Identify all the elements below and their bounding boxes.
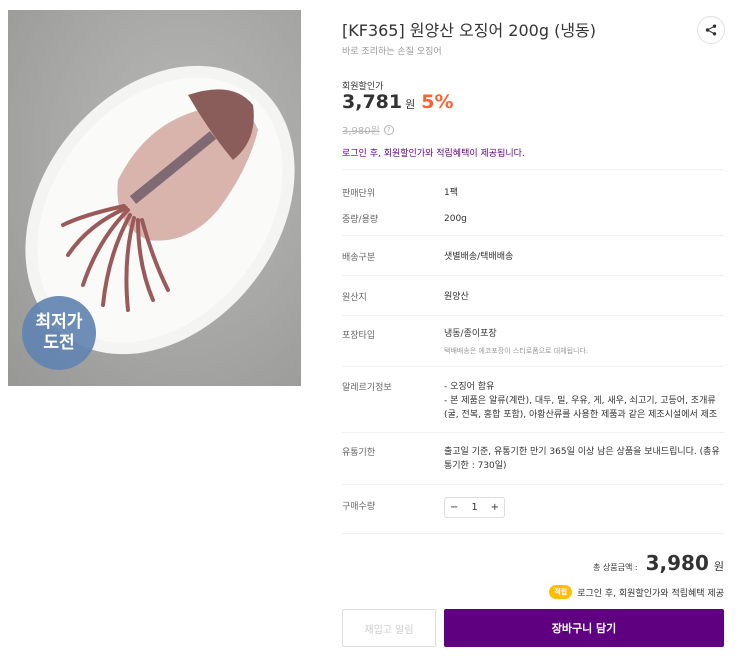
original-price-row: 3,980원 ? — [342, 122, 394, 137]
total-value: 3,980 — [645, 551, 709, 575]
quantity-increase-button[interactable]: + — [491, 502, 499, 513]
spec-label: 중량/용량 — [342, 215, 379, 225]
spec-row-allergy: 알레르기정보 - 오징어 함유 - 본 제품은 알류(계란), 대두, 밀, 우… — [342, 366, 724, 432]
spec-value: 200g — [444, 214, 467, 224]
accrual-row: 적립 로그인 후, 회원할인가와 적립혜택 제공 — [342, 585, 724, 599]
spec-row-delivery: 배송구분 샛별배송/택배배송 — [342, 235, 724, 275]
spec-label: 판매단위 — [342, 189, 376, 199]
allergy-line1: - 오징어 함유 — [444, 382, 495, 392]
total-unit: 원 — [713, 560, 724, 573]
product-subtitle: 바로 조리하는 손질 오징어 — [342, 47, 442, 57]
discount-rate: 5% — [421, 91, 454, 113]
spec-row-packaging: 포장타입 냉동/종이포장 택배배송은 에코포장이 스티로폼으로 대체됩니다. — [342, 315, 724, 366]
badge-line2: 도전 — [43, 333, 75, 353]
badge-line1: 최저가 — [35, 312, 83, 332]
product-title: [KF365] 원양산 오징어 200g (냉동) — [342, 21, 597, 40]
original-price: 3,980원 — [342, 126, 380, 137]
spec-label: 유통기한 — [342, 448, 376, 458]
spec-value: 1팩 — [444, 188, 459, 198]
spec-value: 냉동/종이포장 택배배송은 에코포장이 스티로폼으로 대체됩니다. — [444, 327, 724, 358]
packaging-type: 냉동/종이포장 — [444, 329, 497, 339]
spec-value: 원양산 — [444, 292, 469, 302]
spec-value: 출고일 기준, 유통기한 만기 365일 이상 남은 상품을 보내드립니다. (… — [444, 447, 720, 471]
total-price-row: 총 상품금액 : 3,980 원 — [342, 551, 724, 575]
accrual-text: 로그인 후, 회원할인가와 적립혜택 제공 — [577, 588, 724, 599]
spec-label: 배송구분 — [342, 253, 376, 263]
total-label: 총 상품금액 : — [593, 563, 638, 572]
spec-row-origin: 원산지 원양산 — [342, 275, 724, 315]
member-price-value: 3,781 — [342, 91, 403, 113]
spec-value: 샛별배송/택배배송 — [444, 252, 514, 262]
spec-row-quantity: 구매수량 − 1 + — [342, 484, 724, 534]
spec-label: 원산지 — [342, 293, 367, 303]
spec-label: 구매수량 — [342, 502, 376, 512]
spec-label: 알레르기정보 — [342, 383, 392, 393]
spec-value: - 오징어 함유 - 본 제품은 알류(계란), 대두, 밀, 우유, 게, 새… — [444, 380, 724, 422]
lowest-price-badge: 최저가 도전 — [22, 296, 96, 370]
accrual-badge: 적립 — [549, 585, 573, 599]
allergy-line2: - 본 제품은 알류(계란), 대두, 밀, 우유, 게, 새우, 쇠고기, 고… — [444, 396, 718, 420]
add-to-cart-button[interactable]: 장바구니 담기 — [444, 609, 724, 647]
price-unit: 원 — [405, 98, 416, 111]
spec-row-expiry: 유통기한 출고일 기준, 유통기한 만기 365일 이상 남은 상품을 보내드립… — [342, 432, 724, 484]
product-image: 최저가 도전 — [8, 10, 301, 386]
packaging-note: 택배배송은 에코포장이 스티로폼으로 대체됩니다. — [444, 347, 589, 355]
help-icon[interactable]: ? — [383, 124, 394, 135]
restock-alert-button[interactable]: 재입고 알림 — [342, 609, 436, 647]
share-button[interactable] — [697, 16, 725, 44]
price-row: 3,781 원 5% — [342, 91, 454, 113]
spec-label: 포장타입 — [342, 331, 376, 341]
share-icon — [705, 24, 717, 36]
quantity-stepper: − 1 + — [444, 497, 505, 518]
quantity-decrease-button[interactable]: − — [450, 502, 458, 513]
spec-row-unit: 판매단위 1팩 중량/용량 200g — [342, 169, 724, 235]
login-benefit-notice: 로그인 후, 회원할인가와 적립혜택이 제공됩니다. — [342, 149, 525, 159]
quantity-value: 1 — [471, 502, 478, 513]
